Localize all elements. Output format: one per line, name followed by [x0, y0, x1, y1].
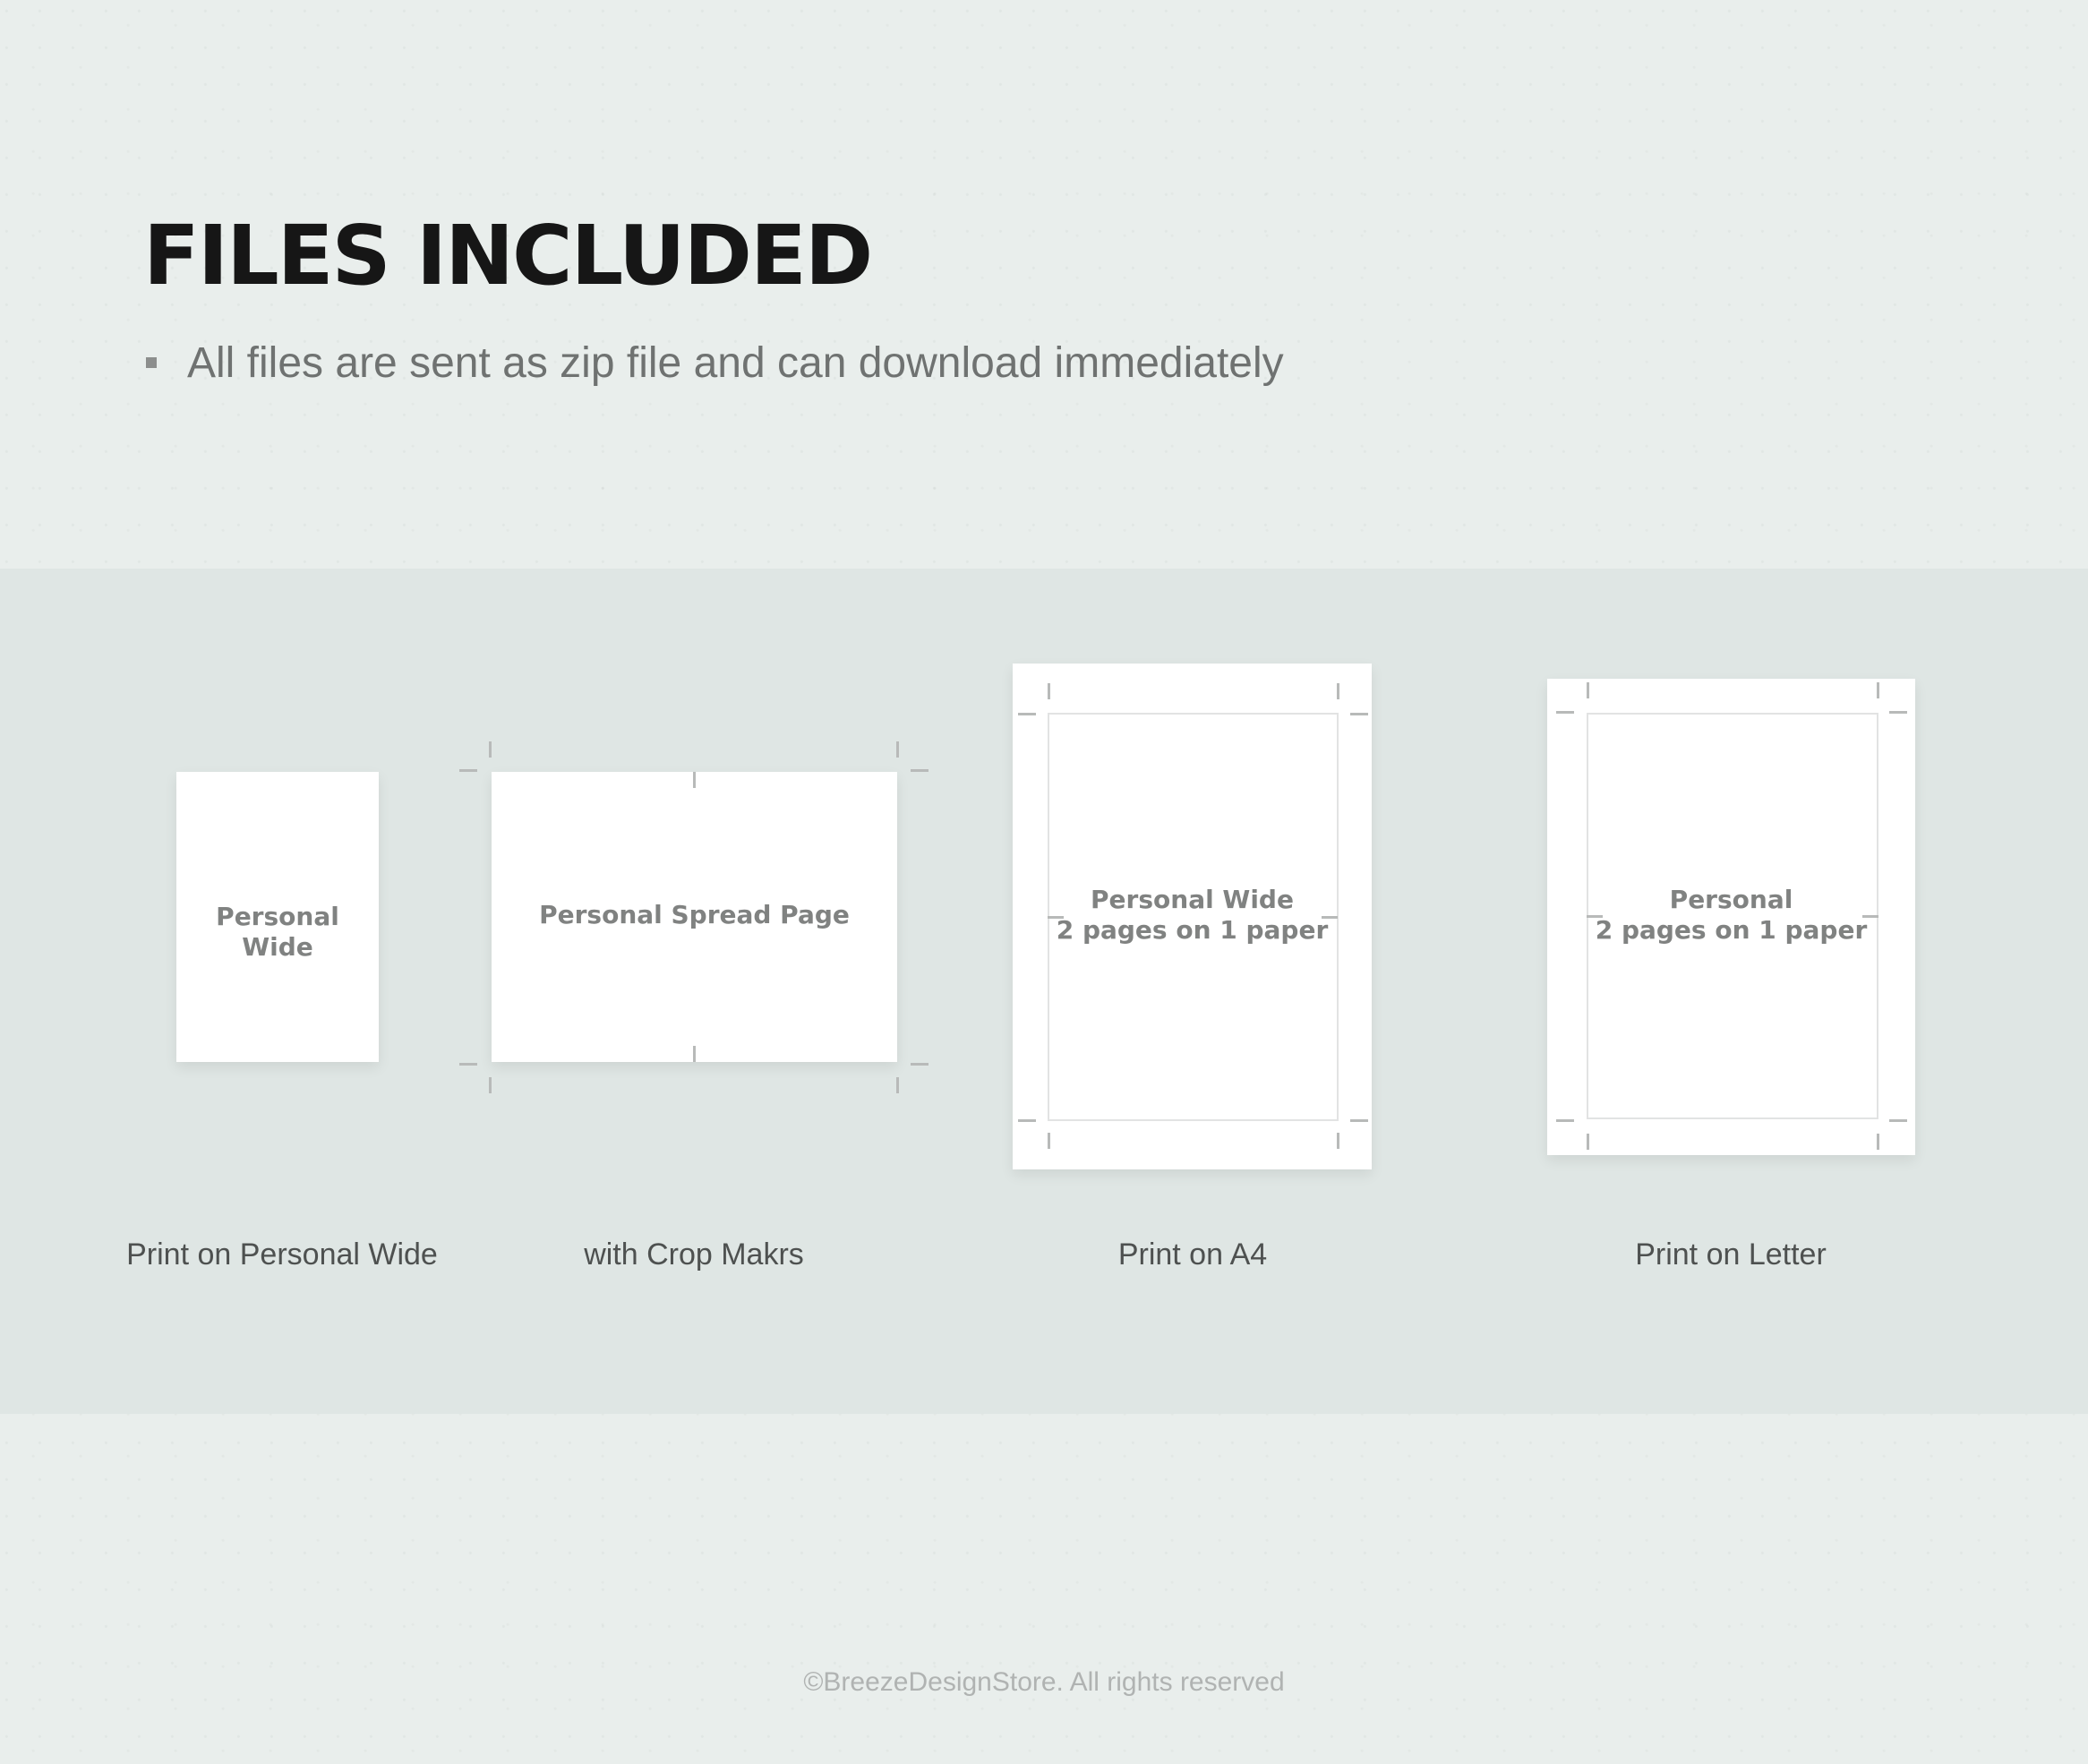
caption-crop-marks: with Crop Makrs: [584, 1237, 804, 1272]
a4-sheet: Personal Wide 2 pages on 1 paper: [1013, 664, 1372, 1169]
center-fold-mark-bottom: [693, 1046, 696, 1062]
page-title: FILES INCLUDED: [143, 208, 873, 304]
sheet-label: Personal Wide: [216, 902, 339, 962]
letter-sheet: Personal 2 pages on 1 paper: [1547, 679, 1915, 1155]
caption-letter: Print on Letter: [1635, 1237, 1827, 1272]
bullet-item: All files are sent as zip file and can d…: [146, 336, 1284, 390]
bullet-square-icon: [146, 357, 157, 368]
center-fold-mark-top: [693, 772, 696, 788]
personal-wide-sheet: Personal Wide: [176, 772, 379, 1062]
sheet-label-title: Personal: [1669, 885, 1793, 914]
sheet-label-subtitle: 2 pages on 1 paper: [1595, 915, 1868, 945]
caption-personal-wide: Print on Personal Wide: [126, 1237, 438, 1272]
bullet-text: All files are sent as zip file and can d…: [187, 338, 1284, 387]
caption-a4: Print on A4: [1117, 1237, 1268, 1272]
copyright-footer: ©BreezeDesignStore. All rights reserved: [803, 1667, 1285, 1697]
personal-spread-sheet: Personal Spread Page: [492, 772, 897, 1062]
sheet-label: Personal Spread Page: [539, 900, 850, 929]
sheet-label-subtitle: 2 pages on 1 paper: [1056, 915, 1329, 945]
sheet-label-title: Personal Wide: [1091, 885, 1294, 914]
